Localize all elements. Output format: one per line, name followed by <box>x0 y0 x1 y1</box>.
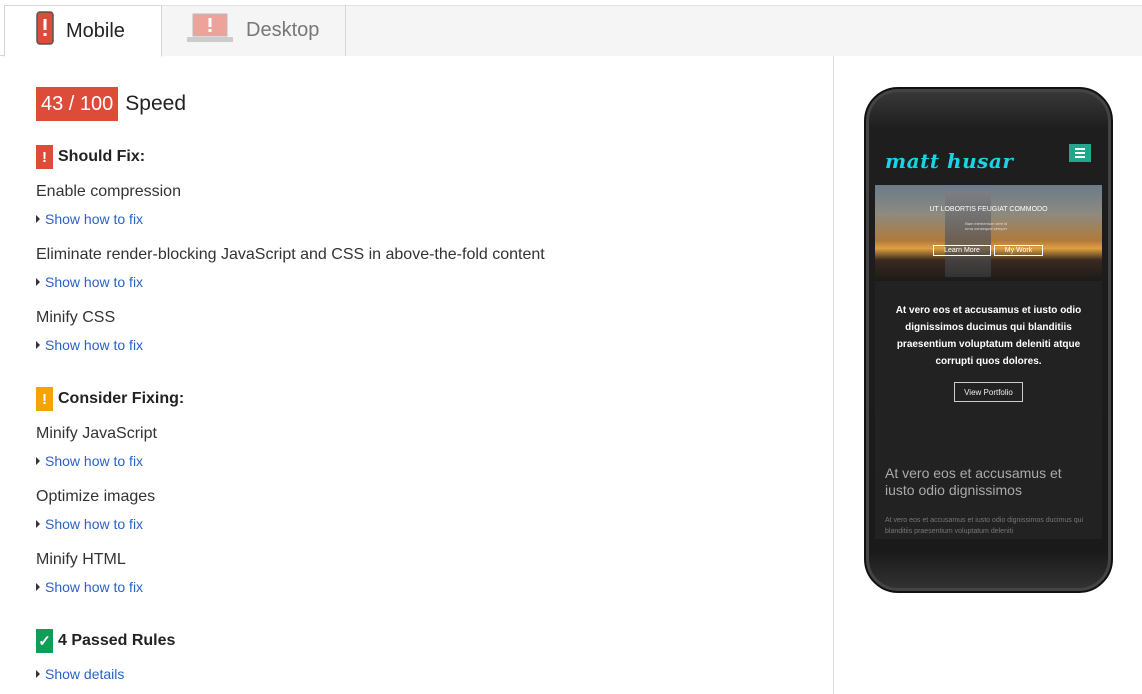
building-image <box>945 191 991 277</box>
view-portfolio-button: View Portfolio <box>954 382 1023 402</box>
score-badge: 43 / 100 <box>36 87 119 121</box>
preview-section-text: At vero eos et accusamus et iusto odio d… <box>885 517 1084 535</box>
hamburger-menu-icon <box>1069 144 1091 162</box>
should-fix-title: Should Fix: <box>58 148 146 165</box>
checkmark-icon: ✓ <box>36 629 53 653</box>
show-how-to-fix-label: Show how to fix <box>45 453 144 469</box>
show-how-to-fix-link[interactable]: Show how to fix <box>36 579 143 595</box>
show-how-to-fix-label: Show how to fix <box>45 274 144 290</box>
rule-title: Minify JavaScript <box>36 425 157 442</box>
hero-subtitle: Nam elementum sem id urna consequat semp… <box>965 221 1008 231</box>
warning-orange-icon: ! <box>36 387 53 411</box>
desktop-monitor-icon <box>186 12 234 50</box>
triangle-right-icon <box>36 520 40 528</box>
consider-fixing-title: Consider Fixing: <box>58 390 185 407</box>
rule-title: Eliminate render-blocking JavaScript and… <box>36 246 545 263</box>
rule-title: Minify CSS <box>36 309 116 326</box>
show-how-to-fix-label: Show how to fix <box>45 337 144 353</box>
preview-section-title: At vero eos et accusamus et iusto odio d… <box>885 465 1062 498</box>
mobile-phone-icon <box>36 11 54 51</box>
tab-mobile-label: Mobile <box>66 19 125 42</box>
score-label: Speed <box>125 92 187 115</box>
score-row: 43 / 100 Speed <box>36 87 186 121</box>
show-how-to-fix-link[interactable]: Show how to fix <box>36 274 143 290</box>
column-divider <box>833 56 834 694</box>
preview-body-text: At vero eos et accusamus et iusto odio d… <box>895 305 1082 367</box>
show-details-label: Show details <box>45 666 125 682</box>
should-fix-heading: ! Should Fix: <box>36 145 145 169</box>
triangle-right-icon <box>36 215 40 223</box>
hero-title: UT LOBORTIS FEUGIAT COMMODO <box>929 206 1048 213</box>
my-work-button: My Work <box>994 245 1043 256</box>
show-how-to-fix-link[interactable]: Show how to fix <box>36 516 143 532</box>
show-how-to-fix-link[interactable]: Show how to fix <box>36 453 143 469</box>
show-how-to-fix-link[interactable]: Show how to fix <box>36 337 143 353</box>
show-how-to-fix-label: Show how to fix <box>45 579 144 595</box>
tab-desktop-label: Desktop <box>246 19 320 41</box>
mobile-screenshot: matt husar UT LOBORTIS FEUGIAT COMMODO N… <box>875 137 1102 539</box>
show-how-to-fix-label: Show how to fix <box>45 211 144 227</box>
rule-title: Optimize images <box>36 488 156 505</box>
triangle-right-icon <box>36 341 40 349</box>
warning-red-icon: ! <box>36 145 53 169</box>
tab-desktop[interactable]: Desktop <box>162 5 346 56</box>
rule-title: Minify HTML <box>36 551 126 568</box>
learn-more-button: Learn More <box>933 245 991 256</box>
show-how-to-fix-label: Show how to fix <box>45 516 144 532</box>
triangle-right-icon <box>36 583 40 591</box>
passed-rules-title: 4 Passed Rules <box>58 632 176 649</box>
hero-image: UT LOBORTIS FEUGIAT COMMODO Nam elementu… <box>875 185 1102 281</box>
consider-fixing-heading: ! Consider Fixing: <box>36 387 184 411</box>
site-header: matt husar <box>875 137 1102 185</box>
site-logo: matt husar <box>885 149 1014 173</box>
passed-rules-heading: ✓ 4 Passed Rules <box>36 629 175 653</box>
triangle-right-icon <box>36 278 40 286</box>
show-how-to-fix-link[interactable]: Show how to fix <box>36 211 143 227</box>
rule-title: Enable compression <box>36 183 181 200</box>
triangle-right-icon <box>36 457 40 465</box>
triangle-right-icon <box>36 670 40 678</box>
tab-mobile[interactable]: Mobile <box>4 5 162 57</box>
show-details-link[interactable]: Show details <box>36 666 124 682</box>
